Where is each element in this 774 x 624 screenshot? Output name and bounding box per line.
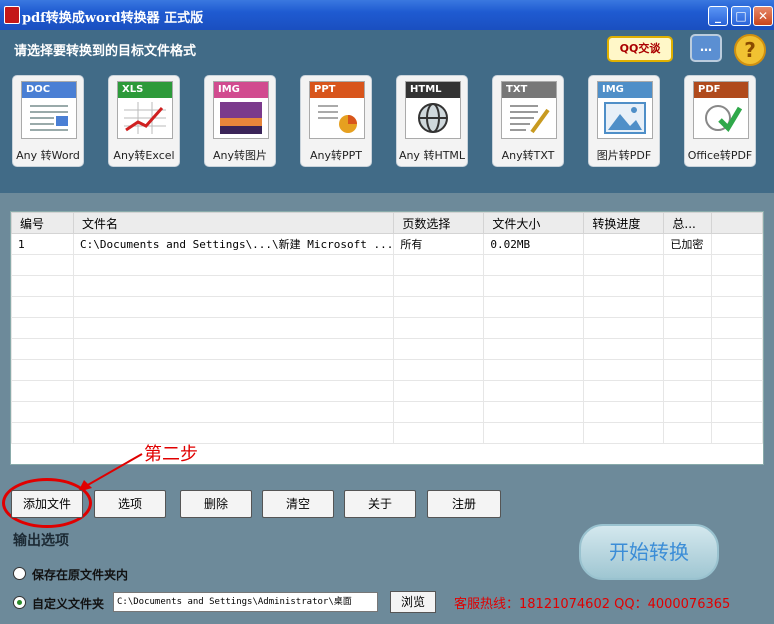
empty-row: [11, 275, 763, 297]
format-tag: IMG: [598, 82, 652, 98]
txt-file-icon: TXT: [501, 81, 557, 139]
cell-filename: C:\Documents and Settings\...\新建 Microso…: [72, 233, 395, 255]
sunset-photo-icon: [220, 102, 262, 134]
service-hotline: 客服热线：18121074602 QQ：4000076365: [454, 597, 731, 612]
column-header-pages[interactable]: 页数选择: [393, 212, 485, 234]
column-header-index[interactable]: 编号: [11, 212, 74, 234]
column-header-empty: [711, 212, 763, 234]
close-button[interactable]: ✕: [753, 6, 773, 26]
format-label: Any 转HTML: [398, 149, 466, 162]
cell-status: 已加密: [663, 233, 713, 255]
table-row[interactable]: 1 C:\Documents and Settings\...\新建 Micro…: [11, 233, 763, 255]
empty-row: [11, 296, 763, 318]
format-office-to-pdf[interactable]: PDF Office转PDF: [684, 75, 756, 167]
custom-folder-radio[interactable]: [13, 596, 26, 609]
pdf-check-icon: [705, 105, 742, 133]
column-header-total[interactable]: 总...: [663, 212, 713, 234]
empty-row: [11, 380, 763, 402]
cell-progress: [583, 233, 665, 255]
output-options-title: 输出选项: [13, 533, 69, 549]
img-file-icon: IMG: [597, 81, 653, 139]
add-file-button[interactable]: 添加文件: [11, 490, 83, 518]
empty-row: [11, 422, 763, 444]
cell-empty: [711, 233, 763, 255]
format-tag: PDF: [694, 82, 748, 98]
doc-file-icon: DOC: [21, 81, 77, 139]
window-title: pdf转换成word转换器 正式版: [22, 11, 204, 26]
format-panel: 请选择要转换到的目标文件格式 QQ交谈 … ? DOC Any 转Word XL…: [0, 30, 774, 193]
format-tag: TXT: [502, 82, 556, 98]
cell-pages[interactable]: 所有: [393, 233, 485, 255]
maximize-button[interactable]: □: [731, 6, 751, 26]
text-pen-icon: [510, 105, 550, 134]
options-button[interactable]: 选项: [94, 490, 166, 518]
empty-row: [11, 359, 763, 381]
empty-row: [11, 338, 763, 360]
format-any-to-txt[interactable]: TXT Any转TXT: [492, 75, 564, 167]
format-image-to-pdf[interactable]: IMG 图片转PDF: [588, 75, 660, 167]
custom-folder-label[interactable]: 自定义文件夹: [32, 595, 104, 612]
register-button[interactable]: 注册: [427, 490, 501, 518]
clear-button[interactable]: 清空: [262, 490, 334, 518]
format-tag: DOC: [22, 82, 76, 98]
format-tag: HTML: [406, 82, 460, 98]
word-doc-icon: [30, 105, 68, 131]
format-any-to-image[interactable]: IMG Any转图片: [204, 75, 276, 167]
delete-button[interactable]: 删除: [180, 490, 252, 518]
format-label: Office转PDF: [687, 149, 753, 162]
ppt-slide-icon: [318, 105, 357, 133]
qq-chat-button[interactable]: QQ交谈: [607, 36, 673, 62]
minimize-button[interactable]: _: [708, 6, 728, 26]
cell-index: 1: [11, 233, 74, 255]
about-button[interactable]: 关于: [344, 490, 416, 518]
excel-chart-icon: [124, 102, 166, 134]
chat-bubble-icon[interactable]: …: [690, 34, 722, 62]
save-original-folder-radio[interactable]: [13, 567, 26, 580]
img-file-icon: IMG: [213, 81, 269, 139]
format-label: 图片转PDF: [596, 149, 652, 162]
browse-button[interactable]: 浏览: [390, 591, 436, 613]
format-label: Any转图片: [212, 149, 267, 162]
format-tag: PPT: [310, 82, 364, 98]
app-icon: [4, 6, 20, 24]
title-bar: pdf转换成word转换器 正式版 _ □ ✕: [0, 0, 774, 30]
format-label: Any转Excel: [113, 149, 175, 162]
globe-icon: [418, 103, 448, 133]
format-label: Any 转Word: [16, 149, 80, 162]
xls-file-icon: XLS: [117, 81, 173, 139]
column-header-size[interactable]: 文件大小: [483, 212, 585, 234]
empty-row: [11, 401, 763, 423]
format-tag: XLS: [118, 82, 172, 98]
file-list-table[interactable]: 编号 文件名 页数选择 文件大小 转换进度 总... 1 C:\Document…: [10, 211, 764, 465]
format-any-to-excel[interactable]: XLS Any转Excel: [108, 75, 180, 167]
step-annotation: 第二步: [144, 444, 198, 465]
format-any-to-html[interactable]: HTML Any 转HTML: [396, 75, 468, 167]
output-path-field[interactable]: C:\Documents and Settings\Administrator\…: [113, 592, 378, 612]
cell-size: 0.02MB: [483, 233, 585, 255]
column-header-filename[interactable]: 文件名: [72, 212, 395, 234]
format-instruction: 请选择要转换到的目标文件格式: [14, 44, 197, 59]
format-any-to-ppt[interactable]: PPT Any转PPT: [300, 75, 372, 167]
format-label: Any转TXT: [501, 149, 555, 162]
html-file-icon: HTML: [405, 81, 461, 139]
column-header-progress[interactable]: 转换进度: [583, 212, 665, 234]
format-tag: IMG: [214, 82, 268, 98]
empty-row: [11, 317, 763, 339]
pdf-file-icon: PDF: [693, 81, 749, 139]
help-icon[interactable]: ?: [734, 34, 766, 66]
format-label: Any转PPT: [310, 149, 362, 162]
start-convert-button[interactable]: 开始转换: [579, 524, 719, 580]
empty-row: [11, 254, 763, 276]
table-header-row: 编号 文件名 页数选择 文件大小 转换进度 总...: [11, 212, 763, 234]
ppt-file-icon: PPT: [309, 81, 365, 139]
landscape-image-icon: [604, 102, 646, 134]
save-original-folder-label[interactable]: 保存在原文件夹内: [32, 566, 128, 583]
format-any-to-word[interactable]: DOC Any 转Word: [12, 75, 84, 167]
